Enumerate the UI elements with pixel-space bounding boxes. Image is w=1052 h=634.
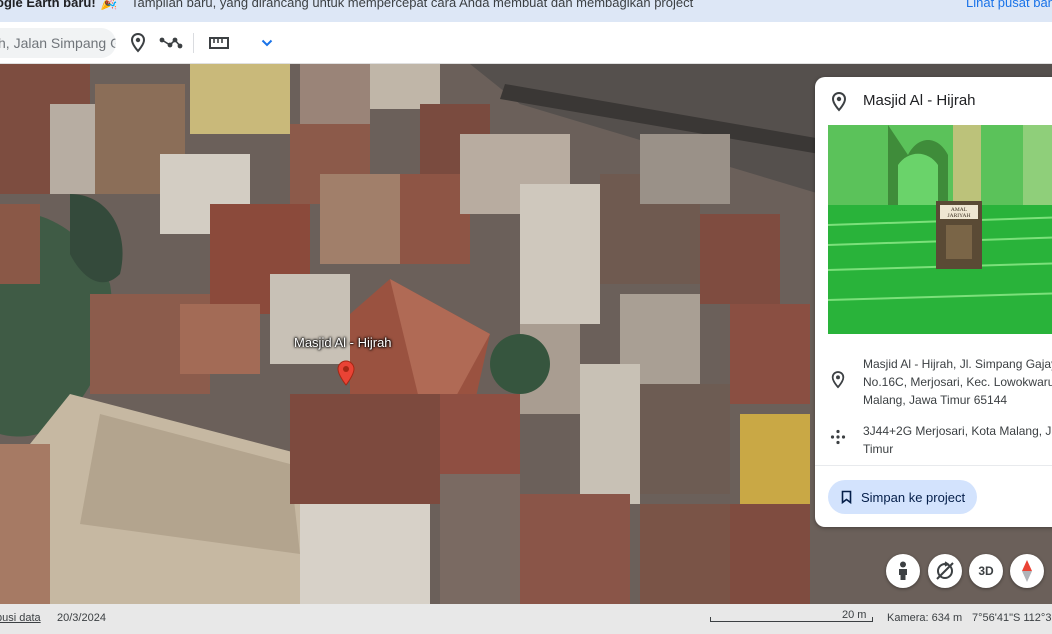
coordinates-readout: 7°56'41"S 112°3 [972, 612, 1052, 624]
status-bar: busi data 20/3/2024 20 m Kamera: 634 m 7… [0, 604, 1052, 634]
toggle-3d-label: 3D [978, 564, 994, 578]
street-view-icon[interactable] [886, 554, 920, 588]
chevron-down-icon[interactable] [254, 30, 280, 56]
save-button-label: Simpan ke project [861, 489, 966, 505]
toggle-3d-button[interactable]: 3D [969, 554, 1003, 588]
camera-altitude: Kamera: 634 m [887, 612, 963, 624]
banner-message: Tampilan baru, yang dirancang untuk memp… [131, 0, 694, 10]
address-marker-icon [830, 371, 846, 394]
save-to-project-button[interactable]: Simpan ke project [828, 480, 977, 514]
place-address: Masjid Al - Hijrah, Jl. Simpang Gajay No… [863, 355, 1052, 409]
map-place-label[interactable]: Masjid Al - Hijrah [294, 335, 392, 350]
plus-code-icon [830, 429, 846, 450]
plus-code-line: Timur [863, 442, 894, 456]
place-marker-icon [830, 91, 848, 117]
path-icon[interactable] [158, 30, 184, 56]
place-photo[interactable]: AMAL JARIYAH [827, 125, 1052, 334]
toolbar [0, 22, 1052, 64]
ruler-icon[interactable] [206, 30, 232, 56]
data-source-link[interactable]: busi data [0, 612, 41, 624]
plus-code-line: 3J44+2G Merjosari, Kota Malang, J [863, 424, 1052, 438]
place-info-card: Masjid Al - Hijrah AMAL JARIYAH Masjid A… [815, 77, 1052, 527]
card-divider [815, 465, 1052, 466]
announcement-banner: ogle Earth baru! 🎉 Tampilan baru, yang d… [0, 0, 1052, 22]
party-icon: 🎉 [100, 0, 118, 10]
address-line: Masjid Al - Hijrah, Jl. Simpang Gajay [863, 357, 1052, 371]
reset-tilt-icon[interactable] [928, 554, 962, 588]
place-title: Masjid Al - Hijrah [863, 92, 976, 109]
scale-label: 20 m [842, 609, 867, 621]
donation-sign-text-2: JARIYAH [948, 213, 971, 219]
search-box[interactable] [0, 28, 116, 58]
address-line: Malang, Jawa Timur 65144 [863, 393, 1008, 407]
toolbar-divider [193, 33, 194, 53]
bookmark-icon [841, 490, 852, 507]
help-center-link[interactable]: Lihat pusat bant [966, 0, 1052, 10]
compass-icon[interactable] [1010, 554, 1044, 588]
search-input[interactable] [0, 28, 116, 58]
imagery-date: 20/3/2024 [57, 612, 106, 624]
plus-code: 3J44+2G Merjosari, Kota Malang, J Timur [863, 422, 1052, 458]
location-pin-icon[interactable] [337, 360, 355, 386]
banner-title: ogle Earth baru! [0, 0, 96, 10]
place-marker-icon[interactable] [125, 30, 151, 56]
address-line: No.16C, Merjosari, Kec. Lowokwaru [863, 375, 1052, 389]
